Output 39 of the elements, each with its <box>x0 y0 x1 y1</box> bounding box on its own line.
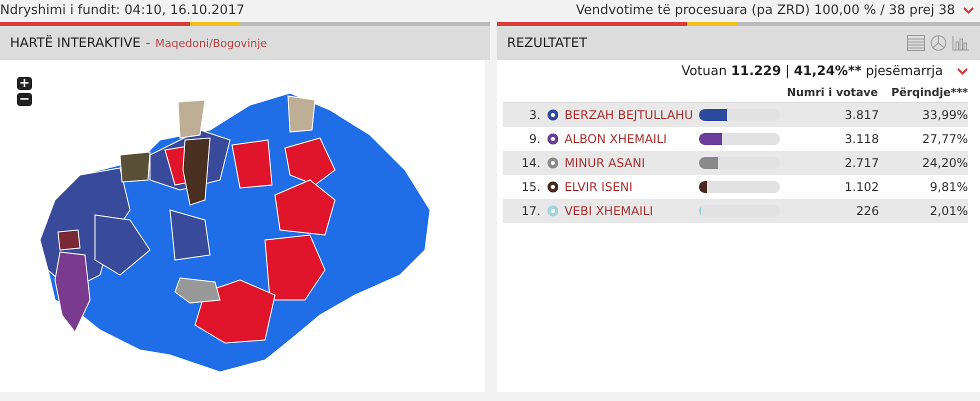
vote-count: 3.118 <box>844 132 879 146</box>
candidate-name[interactable]: ALBON XHEMAILI <box>564 132 699 146</box>
processed-stations-text: Vendvotime të procesuara (pa ZRD) 100,00 % / 38 prej 38 <box>576 2 955 18</box>
party-logo-icon <box>546 205 558 217</box>
last-update-text: Ndryshimi i fundit: 04:10, 16.10.2017 <box>0 2 244 18</box>
candidate-name[interactable]: BERZAH BEJTULLAHU <box>564 108 699 122</box>
title-separator: - <box>146 36 150 50</box>
candidate-number: 9. <box>528 132 541 146</box>
vote-percent: 24,20% <box>921 156 968 170</box>
candidate-name[interactable]: ELVIR ISENI <box>564 180 699 194</box>
panel-title: HARTË INTERAKTIVE <box>10 36 141 50</box>
column-header: Përqindje*** <box>890 86 968 98</box>
panel-title: REZULTATET <box>507 36 588 50</box>
party-logo-icon <box>546 109 558 121</box>
candidate-number: 3. <box>528 108 541 122</box>
chevron-down-icon[interactable] <box>963 6 974 14</box>
party-logo-icon <box>546 157 558 169</box>
candidate-name[interactable]: MINUR ASANI <box>564 156 699 170</box>
column-header: Numri i votave <box>786 86 878 98</box>
map-drawing[interactable] <box>39 92 431 373</box>
vote-count: 1.102 <box>844 180 879 194</box>
candidate-number: 15. <box>520 180 541 194</box>
party-logo-icon <box>546 133 558 145</box>
candidate-number: 17. <box>520 204 541 218</box>
vote-percent: 27,77% <box>921 132 968 146</box>
zoom-out-button[interactable]: − <box>17 93 32 106</box>
party-logo-icon <box>546 181 558 193</box>
zoom-in-button[interactable]: + <box>17 77 32 90</box>
vote-percent: 33,99% <box>921 108 968 122</box>
vote-percent: 2,01% <box>928 204 968 218</box>
turnout-text: Votuan 11.229 | 41,24%** pjesëmarrja <box>681 64 943 78</box>
vote-count: 2.717 <box>844 156 879 170</box>
vote-count: 226 <box>855 204 879 218</box>
candidate-name[interactable]: VEBI XHEMAILI <box>564 204 699 218</box>
candidate-number: 14. <box>520 156 541 170</box>
vote-percent: 9,81% <box>928 180 968 194</box>
chevron-down-icon[interactable] <box>957 68 968 74</box>
breadcrumb-link[interactable]: Maqedoni/Bogovinje <box>155 36 268 50</box>
vote-count: 3.817 <box>844 108 879 122</box>
